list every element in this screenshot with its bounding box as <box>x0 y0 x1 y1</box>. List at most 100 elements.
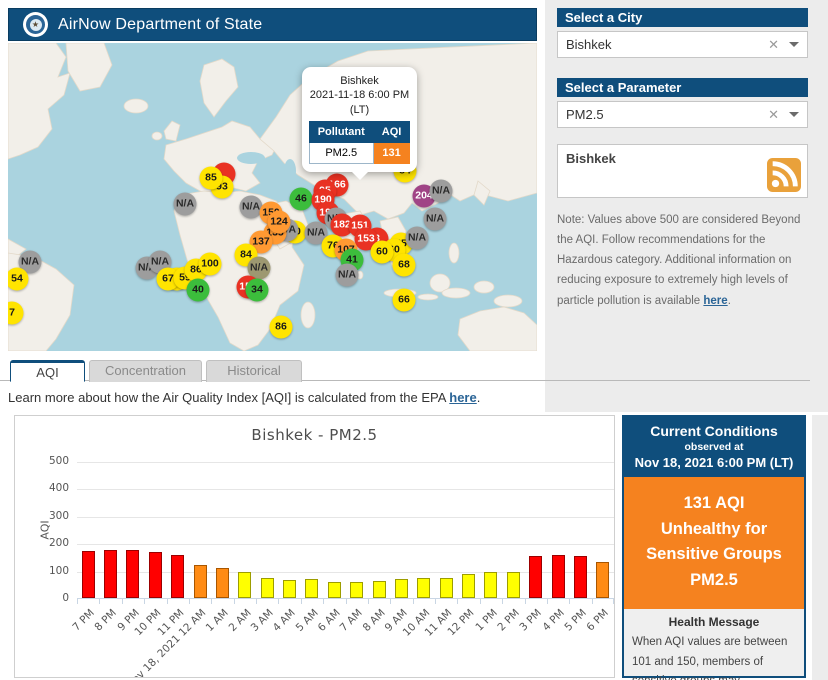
select-city-header: Select a City <box>557 8 808 27</box>
bottom-section: Bishkek - PM2.5 AQI 0 100 200 300 400 500 7 PM… <box>14 415 828 680</box>
note-text: Note: Values above 500 are considered Be… <box>557 210 808 311</box>
map-marker-46[interactable]: 46 <box>289 187 313 211</box>
parameter-clear-icon[interactable]: ✕ <box>768 107 779 123</box>
feed-city-label: Bishkek <box>566 151 616 166</box>
bar-3 PM[interactable] <box>529 556 543 598</box>
map-marker-124[interactable]: 124 <box>267 210 291 234</box>
map-marker-na[interactable]: N/A <box>423 207 447 231</box>
bar-6 PM[interactable] <box>596 562 610 598</box>
bar-4 AM[interactable] <box>283 580 297 598</box>
map-marker-68[interactable]: 68 <box>392 253 416 277</box>
y-tick-label: 100 <box>48 564 69 577</box>
tab-aqi[interactable]: AQI <box>10 360 85 382</box>
popup-col-pollutant: Pollutant <box>308 120 374 143</box>
bar-8 PM[interactable] <box>104 550 118 598</box>
bar-7 PM[interactable] <box>81 551 95 598</box>
page: ★ AirNow Department of State 93 85 N/A N… <box>0 0 828 680</box>
x-axis-tick <box>345 599 347 604</box>
left-column: ★ AirNow Department of State 93 85 N/A N… <box>0 0 545 412</box>
feed-box: Bishkek <box>557 144 808 198</box>
map-marker-85[interactable]: 85 <box>199 166 223 190</box>
map-marker-66[interactable]: 66 <box>392 288 416 312</box>
map-marker-86[interactable]: 86 <box>269 315 293 339</box>
y-gridline <box>77 489 614 491</box>
state-department-seal-icon: ★ <box>23 12 48 37</box>
bar-10 AM[interactable] <box>417 578 431 598</box>
bar-12 PM[interactable] <box>462 574 476 598</box>
parameter-select-value: PM2.5 <box>566 107 604 122</box>
bar-Nov 18, 2021 12 AM[interactable] <box>193 565 207 598</box>
x-tick-label: 3 PM <box>517 607 545 634</box>
tab-concentration[interactable]: Concentration <box>89 360 202 382</box>
x-axis-tick <box>233 599 235 604</box>
bar-4 PM[interactable] <box>551 555 565 598</box>
bar-5 PM[interactable] <box>573 556 587 598</box>
city-select[interactable]: Bishkek ✕ <box>557 31 808 58</box>
y-gridline <box>77 516 614 518</box>
map-marker-54[interactable]: 54 <box>8 267 29 291</box>
learn-more-link[interactable]: here <box>449 390 476 405</box>
world-map[interactable]: 9385N/AN/A547N/AN/A867598610040N/A15090N… <box>8 43 537 351</box>
x-tick-label: 1 PM <box>472 607 500 634</box>
bar-1 AM[interactable] <box>215 568 229 598</box>
bar-10 PM[interactable] <box>148 552 162 598</box>
city-clear-icon[interactable]: ✕ <box>768 37 779 53</box>
bar-9 AM[interactable] <box>394 579 408 598</box>
bar-5 AM[interactable] <box>305 579 319 598</box>
health-message-section: Health Message When AQI values are betwe… <box>624 609 804 680</box>
map-marker-na[interactable]: N/A <box>405 226 429 250</box>
bar-7 AM[interactable] <box>350 582 364 598</box>
popup-aqi-value: 131 <box>372 141 411 164</box>
x-axis-tick <box>546 599 548 604</box>
popup-col-aqi: AQI <box>372 120 411 143</box>
parameter-caret-icon[interactable] <box>789 112 799 117</box>
x-axis-tick <box>613 599 614 604</box>
bar-2 AM[interactable] <box>238 572 252 598</box>
x-axis-tick <box>323 599 325 604</box>
x-tick-label: 2 PM <box>495 607 522 634</box>
map-marker-na[interactable]: N/A <box>335 263 359 287</box>
app-header: ★ AirNow Department of State <box>8 8 537 41</box>
note-link[interactable]: here <box>703 295 727 307</box>
aqi-status-box: 131 AQI Unhealthy for Sensitive Groups P… <box>624 477 804 610</box>
y-gridline <box>77 544 614 546</box>
aqi-pollutant-line: PM2.5 <box>690 570 738 589</box>
bar-9 PM[interactable] <box>126 550 140 598</box>
x-axis-tick <box>524 599 526 604</box>
bar-8 AM[interactable] <box>372 581 386 598</box>
y-tick-label: 500 <box>48 455 69 467</box>
tabs: AQI Concentration Historical <box>10 360 545 382</box>
map-marker-na[interactable]: N/A <box>173 192 197 216</box>
map-marker-34[interactable]: 34 <box>245 278 269 302</box>
bar-11 PM[interactable] <box>171 555 185 598</box>
y-gridline <box>77 462 614 463</box>
bar-2 PM[interactable] <box>506 572 520 598</box>
map-marker-7[interactable]: 7 <box>8 301 24 325</box>
y-tick-label: 0 <box>62 592 69 604</box>
bar-6 AM[interactable] <box>327 582 341 598</box>
map-marker-40[interactable]: 40 <box>186 278 210 302</box>
x-axis-tick <box>121 599 123 604</box>
x-tick-label: 4 AM <box>270 607 299 635</box>
map-popup: Bishkek 2021-11-18 6:00 PM (LT) Pollutan… <box>302 67 417 180</box>
top-section: ★ AirNow Department of State 93 85 N/A N… <box>0 0 828 412</box>
learn-more-after: . <box>476 390 481 405</box>
map-marker-100[interactable]: 100 <box>198 252 222 276</box>
map-marker-60[interactable]: 60 <box>370 240 394 264</box>
x-axis-tick <box>457 599 459 604</box>
map-markers: 9385N/AN/A547N/AN/A867598610040N/A15090N… <box>8 43 537 351</box>
x-axis-tick <box>300 599 302 604</box>
parameter-select[interactable]: PM2.5 ✕ <box>557 101 808 128</box>
city-caret-icon[interactable] <box>789 42 799 47</box>
map-marker-na[interactable]: N/A <box>429 179 453 203</box>
bar-1 PM[interactable] <box>484 572 498 598</box>
bar-3 AM[interactable] <box>260 578 274 598</box>
bar-11 AM[interactable] <box>439 578 453 598</box>
rss-icon[interactable] <box>767 158 801 192</box>
health-message-text: When AQI values are between 101 and 150,… <box>632 636 788 680</box>
note-before: Note: Values above 500 are considered Be… <box>557 214 801 307</box>
x-axis-tick <box>569 599 571 604</box>
x-tick-label: 1 AM <box>203 607 231 635</box>
x-axis-tick <box>144 599 146 604</box>
tab-historical[interactable]: Historical <box>206 360 302 382</box>
